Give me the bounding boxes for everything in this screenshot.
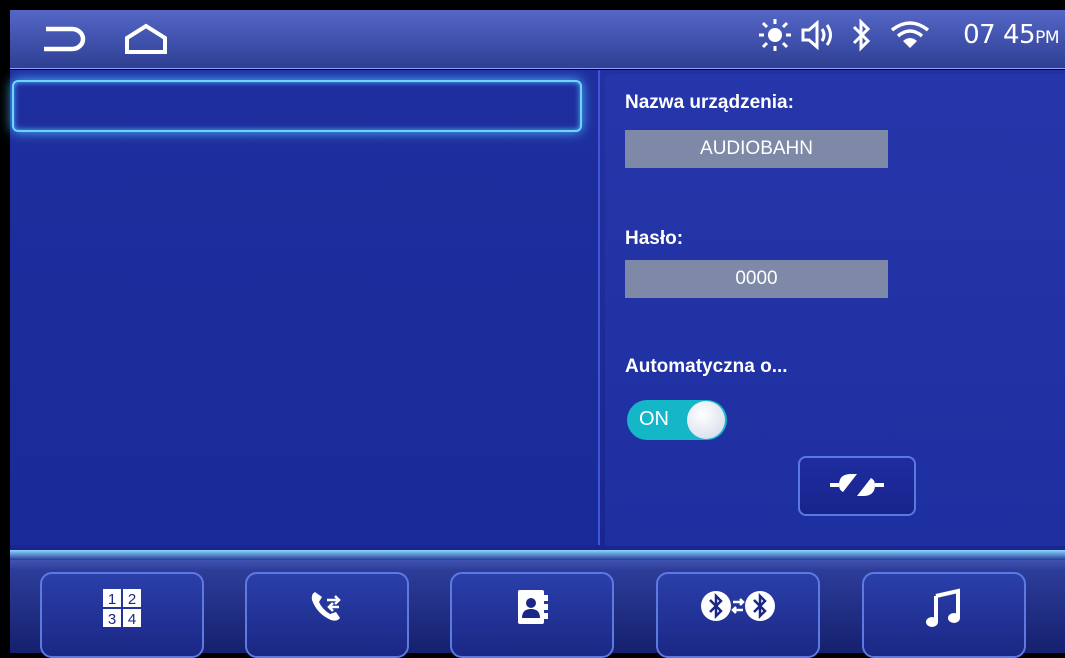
clock-time: 07 45 [963, 20, 1036, 50]
bluetooth-icon[interactable] [850, 18, 874, 56]
auto-connect-label: Automatyczna o... [625, 356, 788, 377]
password-label: Hasło: [625, 228, 684, 249]
disconnect-button[interactable] [798, 456, 916, 516]
bluetooth-settings-panel: Nazwa urządzenia: AUDIOBAHN Hasło: 0000 … [605, 74, 1065, 546]
dialpad-digit-2: 2 [128, 591, 136, 608]
bluetooth-pairing-button[interactable] [656, 572, 820, 658]
volume-icon[interactable] [800, 19, 836, 54]
password-field[interactable]: 0000 [625, 260, 888, 298]
main-area: Nazwa urządzenia: AUDIOBAHN Hasło: 0000 … [10, 70, 1065, 550]
contacts-icon [515, 588, 549, 630]
device-name-field[interactable]: AUDIOBAHN [625, 130, 888, 168]
wifi-icon[interactable] [890, 20, 930, 54]
device-list-panel [10, 70, 600, 545]
dialpad-digit-4: 4 [128, 611, 136, 628]
dialpad-icon: 1 2 3 4 [102, 588, 142, 632]
call-log-button[interactable] [245, 572, 409, 658]
dialpad-digit-1: 1 [108, 591, 116, 608]
dialpad-digit-3: 3 [108, 611, 116, 628]
clock: 07 45PM [963, 20, 1059, 50]
call-transfer-icon [309, 588, 345, 628]
disconnect-icon [827, 468, 887, 506]
auto-connect-toggle[interactable]: ON [627, 400, 727, 440]
brightness-icon[interactable] [758, 18, 792, 56]
clock-ampm: PM [1035, 28, 1059, 48]
nav-divider-glow [10, 550, 1065, 560]
device-name-label: Nazwa urządzenia: [625, 92, 794, 113]
music-button[interactable] [862, 572, 1026, 658]
music-note-icon [926, 588, 962, 632]
home-icon[interactable] [122, 22, 170, 60]
dialpad-button[interactable]: 1 2 3 4 [40, 572, 204, 658]
bottom-nav-bar: 1 2 3 4 [10, 550, 1065, 658]
contacts-button[interactable] [450, 572, 614, 658]
status-bar: 07 45PM [10, 10, 1065, 69]
device-search-input[interactable] [12, 80, 582, 132]
bluetooth-pair-icon [700, 588, 776, 628]
toggle-knob [687, 401, 725, 439]
toggle-state-text: ON [639, 408, 669, 430]
back-icon[interactable] [38, 24, 90, 58]
